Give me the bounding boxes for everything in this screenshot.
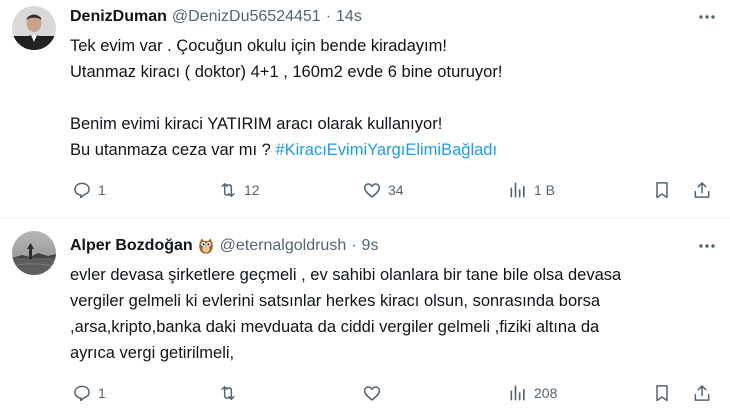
reply-count: 1 — [98, 182, 106, 198]
separator: · — [351, 237, 357, 254]
separator: · — [325, 8, 332, 25]
share-button[interactable] — [692, 381, 712, 405]
action-bar: 1 208 — [70, 381, 720, 405]
like-button[interactable] — [362, 381, 388, 405]
views-icon — [510, 182, 525, 198]
repost-button[interactable] — [218, 381, 244, 405]
tweet-line-text: Bu utanmaza ceza var mı ? — [70, 141, 276, 159]
hashtag-link[interactable]: #KiracıEvimiYargıElimiBağladı — [275, 141, 497, 159]
avatar[interactable] — [12, 231, 56, 275]
like-icon — [363, 386, 381, 401]
share-icon — [694, 385, 710, 401]
more-icon[interactable] — [696, 6, 718, 28]
share-button[interactable] — [692, 178, 712, 202]
tweet-line: evler devasa şirketlere geçmeli , ev sah… — [70, 266, 622, 284]
avatar[interactable] — [12, 6, 56, 50]
bookmark-button[interactable] — [652, 178, 672, 202]
more-icon[interactable] — [696, 235, 718, 257]
views-icon — [510, 385, 525, 401]
views-button[interactable]: 208 — [508, 381, 557, 405]
tweet-line: ,arsa,kripto,banka daki mevduata da cidd… — [70, 318, 600, 336]
share-icon — [694, 182, 710, 198]
timestamp[interactable]: 9s — [362, 237, 379, 255]
tweet-line: Benim evimi kiraci YATIRIM aracı olarak … — [70, 115, 443, 133]
author-name[interactable]: DenizDuman — [70, 8, 167, 26]
bookmark-icon — [656, 182, 668, 199]
tweet[interactable]: DenizDuman @DenizDu56524451 · 14s Tek ev… — [0, 0, 730, 218]
bookmark-button[interactable] — [652, 381, 672, 405]
tweet-line: Utanmaz kiracı ( doktor) 4+1 , 160m2 evd… — [70, 63, 503, 81]
like-icon — [363, 183, 381, 198]
tweet-line: Bu utanmaza ceza var mı ? #KiracıEvimiYa… — [70, 137, 712, 163]
reply-icon — [74, 182, 90, 199]
tweet-line — [70, 85, 712, 111]
tweet[interactable]: Alper Bozdoğan @eternalgoldrush · 9s evl… — [0, 219, 730, 420]
timestamp[interactable]: 14s — [336, 8, 362, 26]
tweet-header: DenizDuman @DenizDu56524451 · 14s — [70, 6, 362, 28]
reply-count: 1 — [98, 385, 106, 401]
views-count: 208 — [534, 385, 558, 401]
tweet-line: ayrıca vergi getirilmeli, — [70, 344, 235, 362]
views-button[interactable]: 1 B — [508, 178, 555, 202]
reply-icon — [74, 385, 90, 402]
like-button[interactable]: 34 — [362, 178, 404, 202]
tweet-header: Alper Bozdoğan @eternalgoldrush · 9s — [70, 235, 378, 257]
author-handle[interactable]: @DenizDu56524451 — [172, 8, 321, 26]
repost-count: 12 — [244, 182, 260, 198]
views-count: 1 B — [534, 182, 556, 198]
author-handle[interactable]: @eternalgoldrush — [220, 237, 347, 255]
reply-button[interactable]: 1 — [72, 178, 106, 202]
repost-button[interactable]: 12 — [218, 178, 260, 202]
tweet-line: Tek evim var . Çocuğun okulu için bende … — [70, 37, 447, 55]
repost-icon — [221, 183, 235, 197]
owl-emoji-icon — [197, 237, 215, 255]
author-name[interactable]: Alper Bozdoğan — [70, 237, 193, 255]
tweet-text: evler devasa şirketlere geçmeli , ev sah… — [70, 262, 712, 366]
bookmark-icon — [656, 385, 668, 402]
like-count: 34 — [388, 182, 404, 198]
repost-icon — [221, 386, 235, 400]
tweet-line: vergiler gelmeli ki evlerini satsınlar h… — [70, 292, 601, 310]
reply-button[interactable]: 1 — [72, 381, 106, 405]
action-bar: 1 12 34 1 B — [70, 178, 720, 202]
tweet-text: Tek evim var . Çocuğun okulu için bende … — [70, 33, 712, 163]
